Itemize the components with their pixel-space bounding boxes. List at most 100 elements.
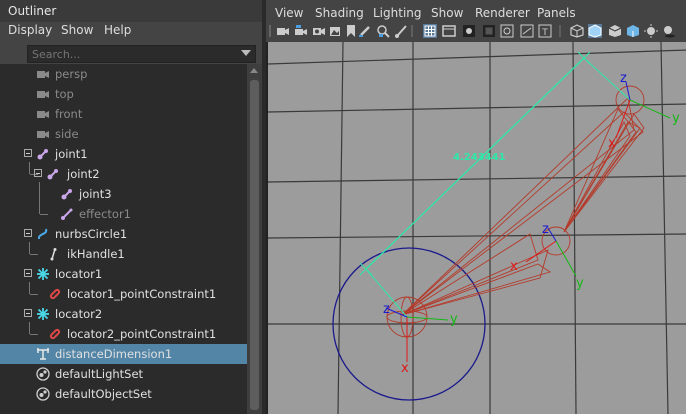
viewport-menubar: View Shading Lighting Show Renderer Pane… bbox=[266, 3, 686, 23]
tree-item-label: top bbox=[55, 87, 74, 101]
tree-item-persp[interactable]: persp bbox=[0, 64, 247, 84]
outliner-scrollbar[interactable] bbox=[247, 64, 262, 414]
tree-item-label: front bbox=[55, 107, 83, 121]
z-axis-label: z bbox=[383, 302, 390, 317]
nurbs-curve-icon bbox=[37, 228, 48, 240]
tree-item-label: side bbox=[55, 127, 79, 141]
shadows-icon[interactable] bbox=[662, 24, 676, 38]
tree-item-label: effector1 bbox=[79, 207, 131, 221]
bookmarks-icon[interactable] bbox=[312, 24, 326, 38]
collapse-toggle-icon[interactable] bbox=[24, 269, 32, 277]
tree-item-defaultlightset[interactable]: defaultLightSet bbox=[0, 364, 247, 384]
3d-scene-view[interactable]: 4.243441 x y z x y z x y z bbox=[266, 42, 686, 414]
menu-display[interactable]: Display bbox=[8, 23, 52, 37]
grease-pencil-icon[interactable] bbox=[358, 24, 372, 38]
bookmark-flag-icon[interactable] bbox=[344, 24, 358, 38]
menu-lighting[interactable]: Lighting bbox=[373, 6, 422, 20]
scrollbar-thumb[interactable] bbox=[250, 80, 259, 410]
tree-item-label: joint2 bbox=[67, 167, 100, 181]
tree-item-label: locator2_pointConstraint1 bbox=[67, 327, 217, 341]
x-axis-label: x bbox=[510, 259, 518, 274]
use-all-lights-icon[interactable] bbox=[644, 24, 658, 38]
tree-item-label: distanceDimension1 bbox=[55, 347, 173, 361]
camera-icon bbox=[37, 131, 49, 138]
tree-item-label: locator1 bbox=[55, 267, 103, 281]
collapse-toggle-icon[interactable] bbox=[24, 229, 32, 237]
tree-item-ikhandle1[interactable]: ikHandle1 bbox=[0, 244, 247, 264]
tree-item-distancedimension1[interactable]: distanceDimension1 bbox=[0, 344, 247, 364]
search-field[interactable] bbox=[27, 45, 256, 63]
tree-item-label: joint1 bbox=[55, 147, 88, 161]
tree-item-front[interactable]: front bbox=[0, 104, 247, 124]
x-axis-label: x bbox=[401, 361, 409, 376]
search-dropdown-icon[interactable] bbox=[241, 50, 251, 56]
viewport-panel: View Shading Lighting Show Renderer Pane… bbox=[266, 0, 686, 414]
image-plane-icon[interactable] bbox=[328, 24, 342, 38]
tree-item-locator1-pointconstraint1[interactable]: locator1_pointConstraint1 bbox=[0, 284, 247, 304]
set-icon bbox=[36, 387, 50, 401]
film-gate-icon[interactable] bbox=[442, 24, 456, 38]
svg-text:T: T bbox=[541, 28, 548, 38]
tree-item-defaultobjectset[interactable]: defaultObjectSet bbox=[0, 384, 247, 404]
tree-item-locator1[interactable]: locator1 bbox=[0, 264, 247, 284]
menu-view[interactable]: View bbox=[275, 6, 303, 20]
camera-attributes-icon[interactable] bbox=[294, 24, 308, 38]
collapse-toggle-icon[interactable] bbox=[34, 169, 42, 177]
tree-item-locator2-pointconstraint1[interactable]: locator2_pointConstraint1 bbox=[0, 324, 247, 344]
scroll-up-icon[interactable] bbox=[250, 68, 258, 73]
toolbar-grip-icon bbox=[269, 25, 271, 37]
safe-action-icon[interactable] bbox=[520, 24, 534, 38]
menu-panels[interactable]: Panels bbox=[537, 6, 576, 20]
resolution-gate-icon[interactable] bbox=[462, 24, 476, 38]
y-axis-label: y bbox=[576, 276, 584, 291]
grid-toggle-icon[interactable] bbox=[423, 24, 437, 38]
search-input[interactable] bbox=[32, 46, 232, 62]
effector-icon bbox=[61, 208, 73, 220]
distance-dimension-icon bbox=[37, 348, 49, 360]
constraint-icon bbox=[49, 288, 61, 300]
scene-canvas[interactable]: 4.243441 x y z x y z x y z bbox=[268, 42, 686, 414]
menu-help[interactable]: Help bbox=[104, 23, 131, 37]
tree-item-joint2[interactable]: joint2 bbox=[0, 164, 247, 184]
smooth-shade-icon[interactable] bbox=[588, 24, 602, 38]
tree-item-locator2[interactable]: locator2 bbox=[0, 304, 247, 324]
tree-item-top[interactable]: top bbox=[0, 84, 247, 104]
joint-icon bbox=[61, 189, 72, 200]
viewport-toolbar: T bbox=[266, 22, 686, 42]
menu-renderer[interactable]: Renderer bbox=[475, 6, 530, 20]
locator-icon bbox=[37, 268, 49, 280]
select-camera-icon[interactable] bbox=[276, 24, 290, 38]
y-axis-label: y bbox=[672, 111, 680, 126]
field-chart-icon[interactable] bbox=[500, 24, 514, 38]
tree-item-joint3[interactable]: joint3 bbox=[0, 184, 247, 204]
joint-axis-root: x y z bbox=[383, 302, 458, 376]
2d-pan-zoom-icon[interactable] bbox=[376, 24, 390, 38]
textured-icon[interactable] bbox=[626, 24, 640, 38]
outliner-title-bar: Outliner bbox=[0, 0, 262, 22]
wireframe-icon[interactable] bbox=[570, 24, 584, 38]
wireframe-on-shaded-icon[interactable] bbox=[608, 24, 622, 38]
tree-item-side[interactable]: side bbox=[0, 124, 247, 144]
locator2[interactable] bbox=[359, 262, 373, 276]
menu-shading[interactable]: Shading bbox=[315, 6, 364, 20]
tree-item-label: locator2 bbox=[55, 307, 103, 321]
tree-item-joint1[interactable]: joint1 bbox=[0, 144, 247, 164]
paint-brush-icon[interactable] bbox=[394, 24, 408, 38]
tree-item-nurbscircle1[interactable]: nurbsCircle1 bbox=[0, 224, 247, 244]
outliner-menubar: Display Show Help bbox=[0, 22, 262, 42]
collapse-toggle-icon[interactable] bbox=[24, 149, 32, 157]
toolbar-separator-icon bbox=[559, 25, 561, 37]
menu-show[interactable]: Show bbox=[61, 23, 93, 37]
safe-title-icon[interactable]: T bbox=[538, 24, 552, 38]
tree-item-label: defaultLightSet bbox=[55, 367, 144, 381]
outliner-title: Outliner bbox=[8, 4, 57, 18]
collapse-toggle-icon[interactable] bbox=[24, 309, 32, 317]
tree-item-effector1[interactable]: effector1 bbox=[0, 204, 247, 224]
camera-icon bbox=[37, 91, 49, 98]
z-axis-label: z bbox=[542, 222, 549, 237]
toolbar-separator-icon bbox=[411, 25, 413, 37]
x-axis-label: x bbox=[608, 136, 616, 151]
tree-item-label: persp bbox=[55, 67, 88, 81]
gate-mask-icon[interactable] bbox=[482, 24, 496, 38]
menu-show[interactable]: Show bbox=[431, 6, 463, 20]
